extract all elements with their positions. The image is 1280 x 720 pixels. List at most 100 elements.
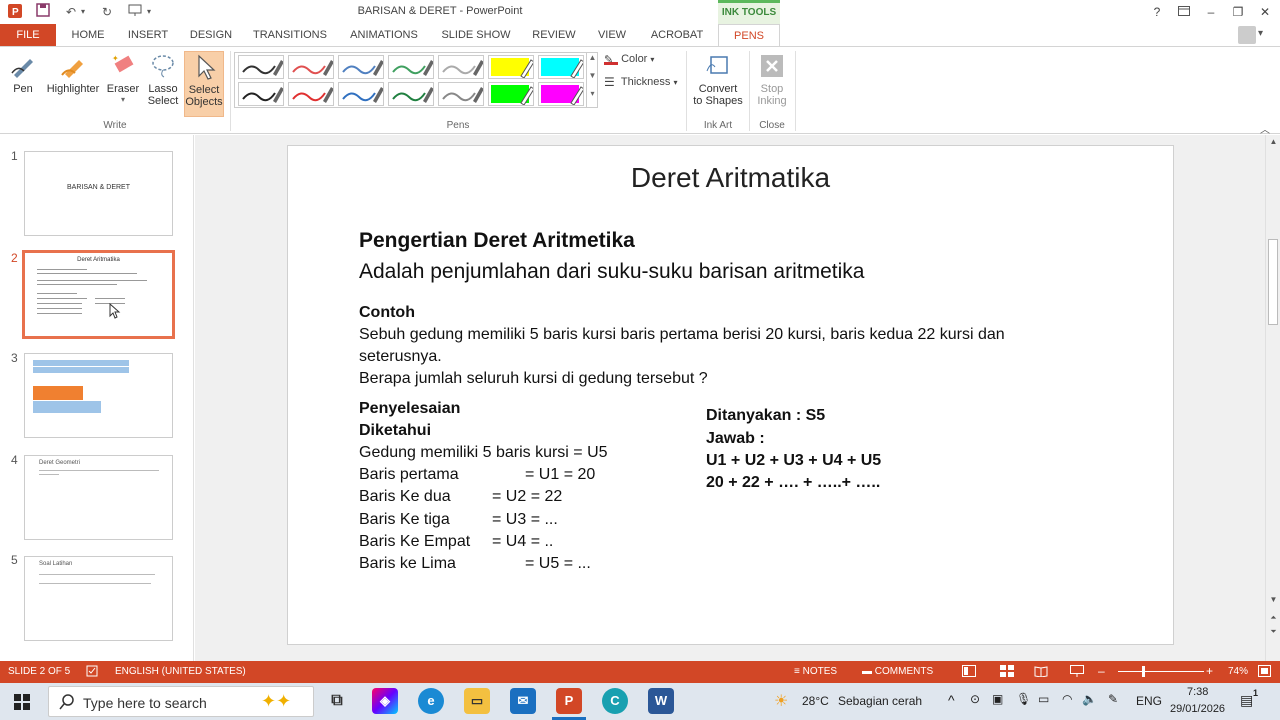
- pen-style-swatch[interactable]: [238, 82, 284, 106]
- account-avatar[interactable]: [1238, 26, 1256, 44]
- restore-button[interactable]: ❐: [1226, 2, 1250, 22]
- slide-canvas[interactable]: Deret Aritmatika Pengertian Deret Aritme…: [287, 145, 1174, 645]
- tab-view[interactable]: VIEW: [590, 24, 634, 46]
- tab-insert[interactable]: INSERT: [120, 24, 176, 46]
- example-text-line-1[interactable]: Sebuh gedung memiliki 5 baris kursi bari…: [359, 326, 1005, 344]
- close-button[interactable]: ✕: [1253, 2, 1277, 22]
- known-item-value[interactable]: = U2 = 22: [492, 488, 562, 506]
- word-icon[interactable]: W: [648, 688, 674, 714]
- eraser-dropdown-icon[interactable]: ▾: [104, 95, 142, 104]
- slide-title[interactable]: Deret Aritmatika: [288, 162, 1173, 194]
- known-label[interactable]: Diketahui: [359, 422, 431, 440]
- tab-pens[interactable]: PENS: [718, 24, 780, 47]
- pen-style-swatch[interactable]: [388, 55, 434, 79]
- battery-icon[interactable]: ▭: [1038, 692, 1049, 706]
- slide-show-view-icon[interactable]: [1070, 665, 1084, 680]
- tab-file[interactable]: FILE: [0, 24, 56, 46]
- language-indicator[interactable]: ENGLISH (UNITED STATES): [115, 666, 246, 677]
- known-item-value[interactable]: = U1 = 20: [525, 466, 595, 484]
- pen-style-swatch[interactable]: [288, 82, 334, 106]
- scroll-up-icon[interactable]: ▲: [1268, 137, 1279, 148]
- help-button[interactable]: ?: [1145, 2, 1169, 22]
- gallery-scroll-up-icon[interactable]: ▲: [586, 53, 598, 71]
- zoom-level[interactable]: 74%: [1228, 666, 1248, 677]
- pen-color-button[interactable]: ✎ Color ▾: [604, 53, 654, 66]
- definition-text[interactable]: Adalah penjumlahan dari suku-suku barisa…: [359, 260, 864, 284]
- example-label[interactable]: Contoh: [359, 304, 415, 322]
- microphone-icon[interactable]: 🎙: [1016, 692, 1031, 706]
- account-dropdown-icon[interactable]: ▾: [1258, 28, 1263, 39]
- select-objects-button[interactable]: Select Objects: [184, 51, 224, 117]
- windows-start-icon[interactable]: [14, 694, 30, 715]
- weather-description[interactable]: Sebagian cerah: [838, 694, 922, 708]
- zoom-out-button[interactable]: –: [1098, 664, 1105, 678]
- weather-temperature[interactable]: 28°C: [802, 694, 829, 708]
- known-item-label[interactable]: Baris ke Lima: [359, 555, 456, 573]
- volume-icon[interactable]: 🔈: [1082, 692, 1097, 706]
- clock-time[interactable]: 7:38: [1187, 686, 1208, 698]
- pen-style-swatch[interactable]: [388, 82, 434, 106]
- tab-slide-show[interactable]: SLIDE SHOW: [434, 24, 518, 46]
- next-slide-icon[interactable]: ⏷: [1268, 627, 1279, 638]
- tab-design[interactable]: DESIGN: [184, 24, 238, 46]
- zoom-in-button[interactable]: +: [1206, 664, 1213, 678]
- tab-review[interactable]: REVIEW: [526, 24, 582, 46]
- file-explorer-icon[interactable]: ▭: [464, 688, 490, 714]
- show-hidden-icons-icon[interactable]: ^: [948, 692, 955, 708]
- highlighter-button[interactable]: Highlighter: [44, 51, 102, 117]
- answer-line-1[interactable]: U1 + U2 + U3 + U4 + U5: [706, 452, 881, 470]
- ribbon-display-options-button[interactable]: [1172, 2, 1196, 22]
- tab-transitions[interactable]: TRANSITIONS: [246, 24, 334, 46]
- slide-sorter-view-icon[interactable]: [1000, 665, 1014, 680]
- pen-style-swatch[interactable]: [488, 82, 534, 106]
- example-text-line-2[interactable]: seterusnya.: [359, 348, 442, 366]
- tab-home[interactable]: HOME: [62, 24, 114, 46]
- pen-style-swatch[interactable]: [338, 55, 384, 79]
- pen-style-swatch[interactable]: [538, 55, 584, 79]
- slide-thumbnail-2[interactable]: Deret Aritmatika: [22, 250, 175, 339]
- pen-style-swatch[interactable]: [288, 55, 334, 79]
- pen-style-swatch[interactable]: [438, 55, 484, 79]
- notification-center-icon[interactable]: ▤: [1240, 692, 1253, 709]
- gallery-more-icon[interactable]: ▾: [586, 89, 598, 107]
- known-item-label[interactable]: Baris Ke tiga: [359, 511, 450, 529]
- wifi-icon[interactable]: ◠: [1062, 692, 1072, 706]
- example-question[interactable]: Berapa jumlah seluruh kursi di gedung te…: [359, 370, 708, 388]
- powerpoint-taskbar-icon[interactable]: P: [556, 688, 582, 714]
- tab-acrobat[interactable]: ACROBAT: [644, 24, 710, 46]
- pen-style-swatch[interactable]: [438, 82, 484, 106]
- normal-view-icon[interactable]: [962, 665, 976, 680]
- definition-heading[interactable]: Pengertian Deret Aritmetika: [359, 229, 635, 253]
- asked-text[interactable]: Ditanyakan : S5: [706, 407, 825, 425]
- known-item-value[interactable]: = U5 = ...: [525, 555, 591, 573]
- spell-check-icon[interactable]: [86, 665, 98, 680]
- scroll-down-icon[interactable]: ▼: [1268, 595, 1279, 606]
- previous-slide-icon[interactable]: ⏶: [1268, 613, 1279, 624]
- vertical-scrollbar[interactable]: ▲ ▼ ⏶ ⏷: [1265, 135, 1280, 661]
- pen-menu-icon[interactable]: ✎: [1108, 692, 1118, 706]
- known-item[interactable]: Gedung memiliki 5 baris kursi = U5: [359, 444, 608, 462]
- pen-style-swatch[interactable]: [488, 55, 534, 79]
- outlook-icon[interactable]: ✉: [510, 688, 536, 714]
- browser-app-icon[interactable]: C: [602, 688, 628, 714]
- pen-style-swatch[interactable]: [238, 55, 284, 79]
- known-item-label[interactable]: Baris pertama: [359, 466, 459, 484]
- gallery-scroll-down-icon[interactable]: ▼: [586, 71, 598, 89]
- answer-label[interactable]: Jawab :: [706, 430, 765, 448]
- tab-animations[interactable]: ANIMATIONS: [342, 24, 426, 46]
- notes-button[interactable]: ≡ NOTES: [794, 666, 837, 677]
- input-language[interactable]: ENG: [1136, 694, 1162, 708]
- collapse-ribbon-icon[interactable]: ︿: [1260, 121, 1270, 136]
- task-view-icon[interactable]: ⧉: [324, 688, 350, 714]
- solution-label[interactable]: Penyelesaian: [359, 400, 460, 418]
- slide-thumbnail-5[interactable]: Soal Latihan: [24, 556, 173, 641]
- pen-style-swatch[interactable]: [338, 82, 384, 106]
- known-item-value[interactable]: = U4 = ..: [492, 533, 553, 551]
- reading-view-icon[interactable]: [1034, 665, 1048, 680]
- known-item-label[interactable]: Baris Ke Empat: [359, 533, 470, 551]
- zoom-slider-track[interactable]: [1118, 671, 1204, 672]
- answer-line-2[interactable]: 20 + 22 + …. + …..+ …..: [706, 474, 880, 492]
- meet-now-icon[interactable]: ⊙: [970, 692, 980, 706]
- taskbar-search-box[interactable]: Type here to search ✦✦: [48, 686, 314, 717]
- slide-thumbnail-4[interactable]: Deret Geometri: [24, 455, 173, 540]
